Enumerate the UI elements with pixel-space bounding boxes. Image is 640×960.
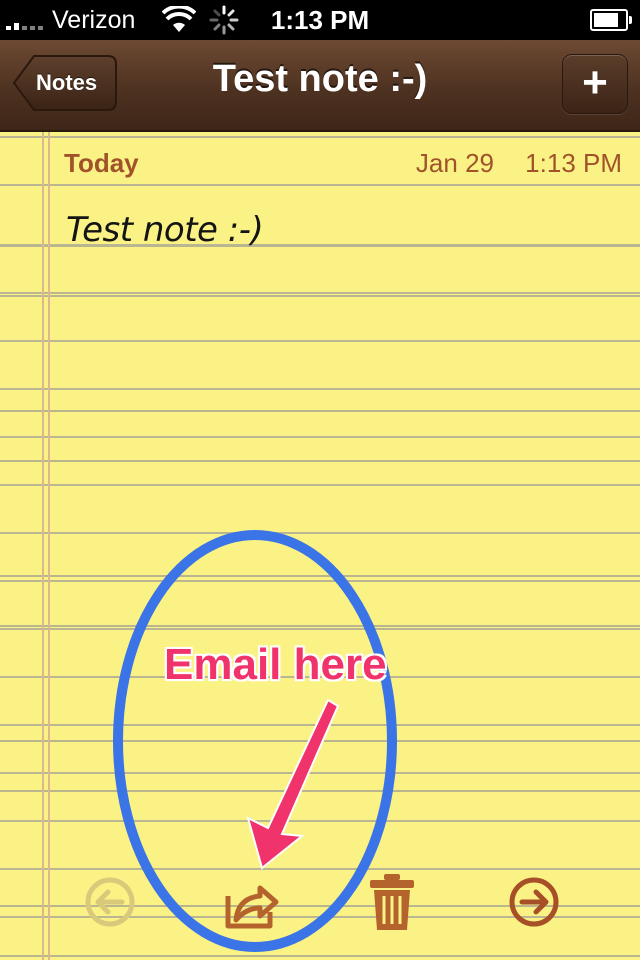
plus-icon: +: [582, 58, 608, 107]
page-title: Test note :-): [212, 58, 428, 100]
back-arrow-icon: [85, 877, 135, 927]
add-note-button[interactable]: +: [562, 54, 628, 114]
navigation-bar: Notes Test note :-) +: [0, 40, 640, 132]
previous-note-button[interactable]: [80, 872, 140, 932]
battery-icon: [590, 9, 632, 31]
ruled-lines: [0, 132, 640, 960]
share-icon: [225, 885, 279, 929]
next-arrow-icon: [509, 877, 559, 927]
note-date: Jan 29: [415, 148, 494, 178]
note-paper: [0, 132, 640, 960]
next-note-button[interactable]: [504, 872, 564, 932]
share-email-button[interactable]: [220, 872, 280, 932]
trash-icon: [370, 874, 414, 930]
notes-app-screen: Verizon 1:13 PM Notes Test note:-) + To…: [0, 0, 640, 960]
delete-note-button[interactable]: [362, 872, 422, 932]
margin-line: [42, 132, 44, 960]
status-bar: Verizon 1:13 PM: [0, 0, 640, 40]
note-date-label: Today: [64, 148, 139, 178]
note-body-text[interactable]: Test note :-): [66, 210, 264, 250]
back-button-label: Notes: [36, 70, 98, 95]
margin-line: [48, 132, 50, 960]
status-clock: 1:13 PM: [270, 5, 370, 35]
battery-level-fill: [594, 13, 618, 27]
note-time: 1:13 PM: [525, 148, 622, 178]
notes-back-button[interactable]: Notes: [12, 54, 118, 112]
annotation-label: Email here: [164, 640, 387, 689]
